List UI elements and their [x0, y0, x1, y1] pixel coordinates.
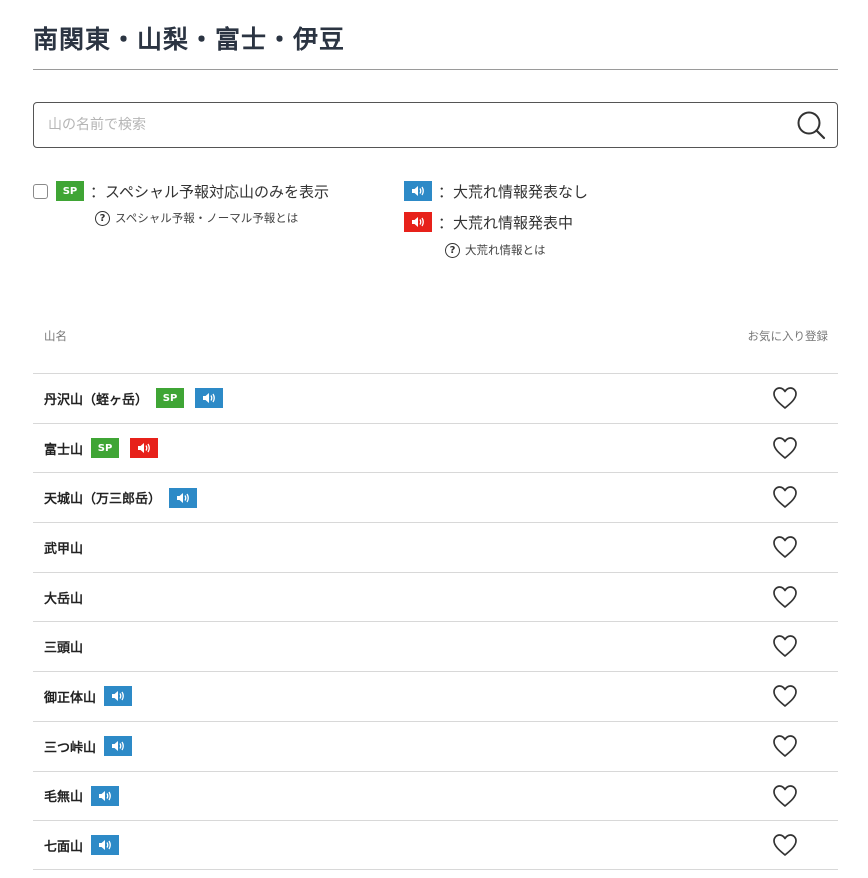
- heart-icon[interactable]: [772, 436, 798, 460]
- question-icon: ?: [445, 242, 460, 258]
- speaker-icon: [104, 736, 133, 757]
- sp-filter-label[interactable]: ：スペシャル予報対応山のみを表示: [90, 181, 329, 202]
- mountain-name[interactable]: 武甲山: [44, 538, 83, 557]
- mountain-row[interactable]: 毛無山: [33, 770, 838, 821]
- title-divider: [33, 69, 838, 70]
- page-title: 南関東・山梨・富士・伊豆: [33, 25, 346, 54]
- heart-icon[interactable]: [772, 386, 798, 410]
- mountain-name[interactable]: 大岳山: [44, 588, 83, 607]
- heart-icon[interactable]: [772, 784, 798, 808]
- speaker-icon: [91, 785, 120, 806]
- storm-active-label: ：大荒れ情報発表中: [438, 213, 574, 232]
- search-box[interactable]: [33, 102, 838, 148]
- mountain-name[interactable]: 毛無山: [44, 786, 83, 805]
- mountain-name[interactable]: 三つ峠山: [44, 737, 96, 756]
- table-header: 山名 お気に入り登録: [33, 320, 838, 350]
- mountain-name[interactable]: 天城山（万三郎岳）: [44, 488, 161, 507]
- column-header-name: 山名: [44, 329, 67, 343]
- mountain-list: 丹沢山（蛭ヶ岳） SP 富士山 SP 天城山（万三郎岳） 武甲山大岳山三頭山御正体山三つ峠…: [33, 373, 838, 870]
- speaker-icon: [91, 835, 120, 856]
- mountain-row[interactable]: 御正体山: [33, 671, 838, 721]
- mountain-name[interactable]: 七面山: [44, 836, 83, 855]
- mountain-name[interactable]: 富士山: [44, 439, 83, 458]
- mountain-row[interactable]: 天城山（万三郎岳）: [33, 472, 838, 522]
- speaker-icon: [404, 181, 432, 201]
- heart-icon[interactable]: [772, 684, 798, 708]
- speaker-icon: [104, 686, 133, 707]
- mountain-row[interactable]: 大岳山: [33, 571, 838, 622]
- column-header-favorite: お気に入り登録: [747, 329, 829, 343]
- mountain-row[interactable]: 七面山: [33, 820, 838, 870]
- mountain-name[interactable]: 三頭山: [44, 637, 83, 656]
- mountain-name[interactable]: 丹沢山（蛭ヶ岳）: [44, 389, 148, 408]
- mountain-row[interactable]: 丹沢山（蛭ヶ岳） SP: [33, 373, 838, 423]
- heart-icon[interactable]: [772, 833, 798, 857]
- mountain-row[interactable]: 武甲山: [33, 522, 838, 572]
- speaker-icon: [169, 487, 198, 508]
- sp-help-link[interactable]: ? スペシャル予報・ノーマル予報とは: [95, 210, 329, 226]
- mountain-row[interactable]: 三頭山: [33, 621, 838, 671]
- mountain-row[interactable]: 富士山 SP: [33, 422, 838, 473]
- heart-icon[interactable]: [772, 535, 798, 559]
- heart-icon[interactable]: [772, 734, 798, 758]
- storm-help-link[interactable]: ? 大荒れ情報とは: [445, 242, 588, 258]
- search-icon[interactable]: [795, 109, 827, 141]
- storm-legend: ：大荒れ情報発表なし ：大荒れ情報発表中 ? 大荒れ情報とは: [404, 180, 588, 258]
- heart-icon[interactable]: [772, 585, 798, 609]
- search-input[interactable]: [34, 103, 795, 147]
- mountain-row[interactable]: 三つ峠山: [33, 720, 838, 771]
- sp-help-label[interactable]: スペシャル予報・ノーマル予報とは: [115, 210, 298, 226]
- speaker-icon: [130, 438, 159, 459]
- heart-icon[interactable]: [772, 485, 798, 509]
- mountain-name[interactable]: 御正体山: [44, 687, 96, 706]
- sp-badge: SP: [91, 438, 120, 459]
- sp-filter-checkbox[interactable]: [33, 183, 48, 199]
- storm-none-label: ：大荒れ情報発表なし: [438, 182, 589, 201]
- speaker-icon: [404, 212, 432, 232]
- speaker-icon: [195, 388, 224, 409]
- question-icon: ?: [95, 210, 110, 226]
- sp-badge: SP: [56, 181, 84, 201]
- sp-legend: SP ：スペシャル予報対応山のみを表示 ? スペシャル予報・ノーマル予報とは: [33, 180, 329, 226]
- storm-help-label[interactable]: 大荒れ情報とは: [465, 242, 546, 258]
- sp-badge: SP: [156, 388, 185, 409]
- heart-icon[interactable]: [772, 634, 798, 658]
